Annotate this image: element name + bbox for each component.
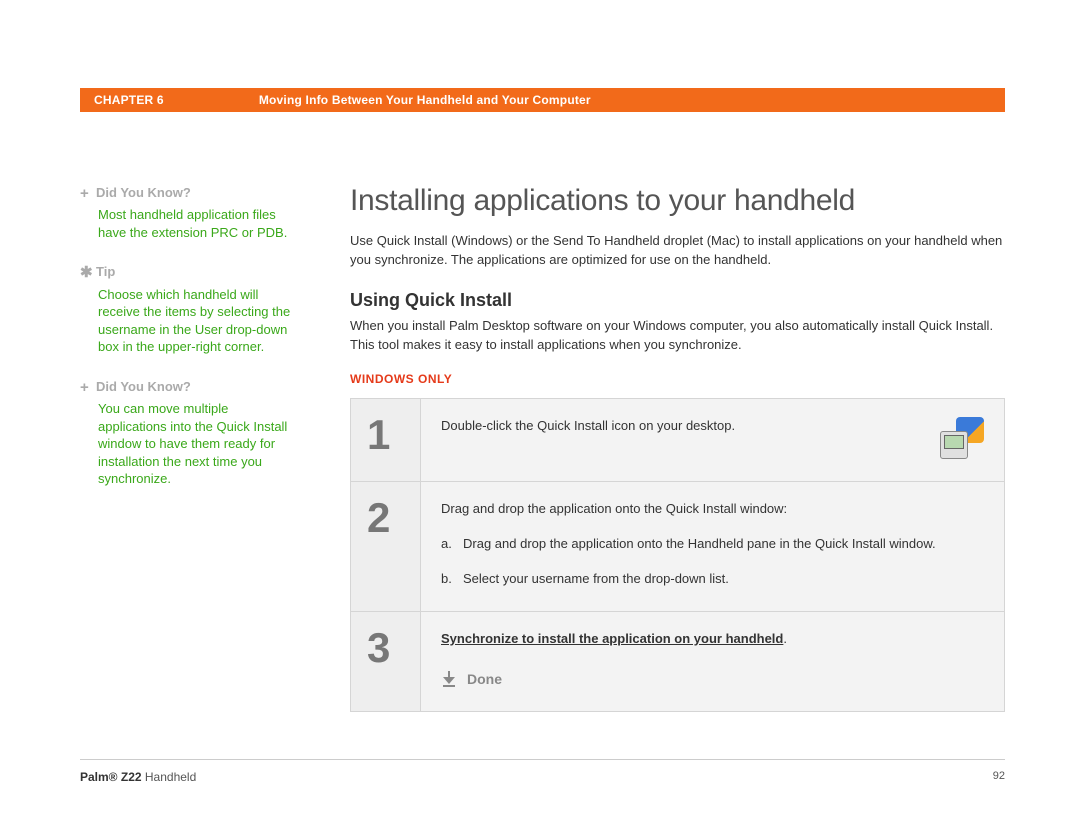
section-heading: Using Quick Install	[350, 290, 1005, 311]
step-1: 1 Double-click the Quick Install icon on…	[351, 399, 1004, 482]
step-number: 1	[351, 399, 421, 481]
sidebar: +Did You Know? Most handheld application…	[80, 184, 310, 712]
substep-letter: a.	[441, 535, 463, 554]
substep-text: Select your username from the drop-down …	[463, 570, 984, 589]
period: .	[783, 631, 787, 646]
sidebar-tip: ✱Tip Choose which handheld will receive …	[80, 263, 292, 355]
step-lead: Drag and drop the application onto the Q…	[441, 500, 984, 519]
page-title: Installing applications to your handheld	[350, 184, 1005, 218]
substep-a: a. Drag and drop the application onto th…	[441, 535, 984, 554]
chapter-header: CHAPTER 6 Moving Info Between Your Handh…	[80, 88, 1005, 112]
footer: Palm® Z22 Handheld 92	[80, 759, 1005, 784]
plus-icon: +	[80, 184, 96, 204]
chapter-title: Moving Info Between Your Handheld and Yo…	[259, 93, 591, 107]
chapter-label: CHAPTER 6	[94, 93, 164, 107]
step-2: 2 Drag and drop the application onto the…	[351, 482, 1004, 612]
sidebar-body: Choose which handheld will receive the i…	[98, 286, 292, 356]
step-text: Double-click the Quick Install icon on y…	[441, 417, 922, 436]
step-body: Synchronize to install the application o…	[421, 612, 1004, 711]
sidebar-didyouknow-1: +Did You Know? Most handheld application…	[80, 184, 292, 241]
step-3: 3 Synchronize to install the application…	[351, 612, 1004, 711]
step-number: 2	[351, 482, 421, 611]
step-body: Double-click the Quick Install icon on y…	[421, 399, 1004, 481]
page-number: 92	[993, 770, 1005, 784]
main-content: Installing applications to your handheld…	[310, 184, 1005, 712]
sidebar-didyouknow-2: +Did You Know? You can move multiple app…	[80, 378, 292, 488]
substep-text: Drag and drop the application onto the H…	[463, 535, 984, 554]
steps-panel: 1 Double-click the Quick Install icon on…	[350, 398, 1005, 712]
sidebar-title: Did You Know?	[96, 185, 191, 200]
sidebar-body: You can move multiple applications into …	[98, 400, 292, 488]
sidebar-title: Tip	[96, 264, 115, 279]
asterisk-icon: ✱	[80, 263, 96, 283]
quick-install-icon	[936, 417, 984, 459]
download-arrow-icon	[441, 671, 457, 687]
synchronize-link[interactable]: Synchronize to install the application o…	[441, 631, 783, 646]
intro-text: Use Quick Install (Windows) or the Send …	[350, 232, 1005, 270]
done-label: Done	[467, 669, 502, 689]
product-bold: Palm® Z22	[80, 770, 142, 784]
platform-label: WINDOWS ONLY	[350, 372, 1005, 386]
step-body: Drag and drop the application onto the Q…	[421, 482, 1004, 611]
sidebar-body: Most handheld application files have the…	[98, 206, 292, 241]
substep-b: b. Select your username from the drop-do…	[441, 570, 984, 589]
step-number: 3	[351, 612, 421, 711]
product-name: Palm® Z22 Handheld	[80, 770, 993, 784]
substep-letter: b.	[441, 570, 463, 589]
plus-icon: +	[80, 378, 96, 398]
product-rest: Handheld	[142, 770, 197, 784]
sidebar-title: Did You Know?	[96, 379, 191, 394]
section-text: When you install Palm Desktop software o…	[350, 317, 1005, 355]
done-row: Done	[441, 669, 984, 689]
